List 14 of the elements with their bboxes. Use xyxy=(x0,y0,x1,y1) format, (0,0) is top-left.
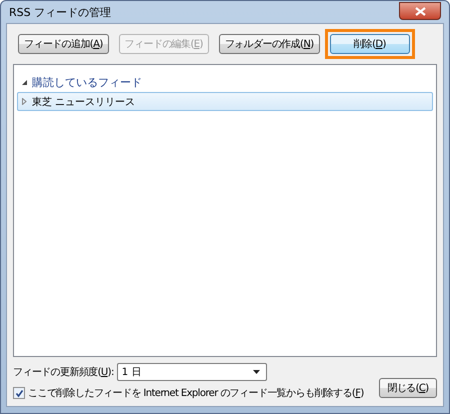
window-title: RSS フィードの管理 xyxy=(9,4,112,20)
frequency-dropdown[interactable]: 1 日 xyxy=(116,363,267,381)
tree-item[interactable]: 購読しているフィード xyxy=(17,73,433,92)
checkbox[interactable] xyxy=(13,387,25,399)
checkbox-label: ここで削除したフィードを Internet Explorer のフィード一覧からも削除する(F) xyxy=(28,386,364,400)
toolbar-button[interactable]: フィードの追加(A) xyxy=(18,34,109,54)
close-button[interactable]: 閉じる(C) xyxy=(379,378,437,398)
frequency-label: フィードの更新頻度(U): xyxy=(13,366,114,379)
tree-item[interactable]: 東芝 ニュースリリース xyxy=(17,92,433,111)
dropdown-arrow-icon[interactable] xyxy=(252,370,260,374)
toolbar-button[interactable]: フォルダーの作成(N) xyxy=(218,34,320,54)
expander-icon[interactable] xyxy=(21,79,28,86)
close-icon[interactable] xyxy=(399,2,441,20)
toolbar-button[interactable]: 削除(D) xyxy=(330,34,410,54)
